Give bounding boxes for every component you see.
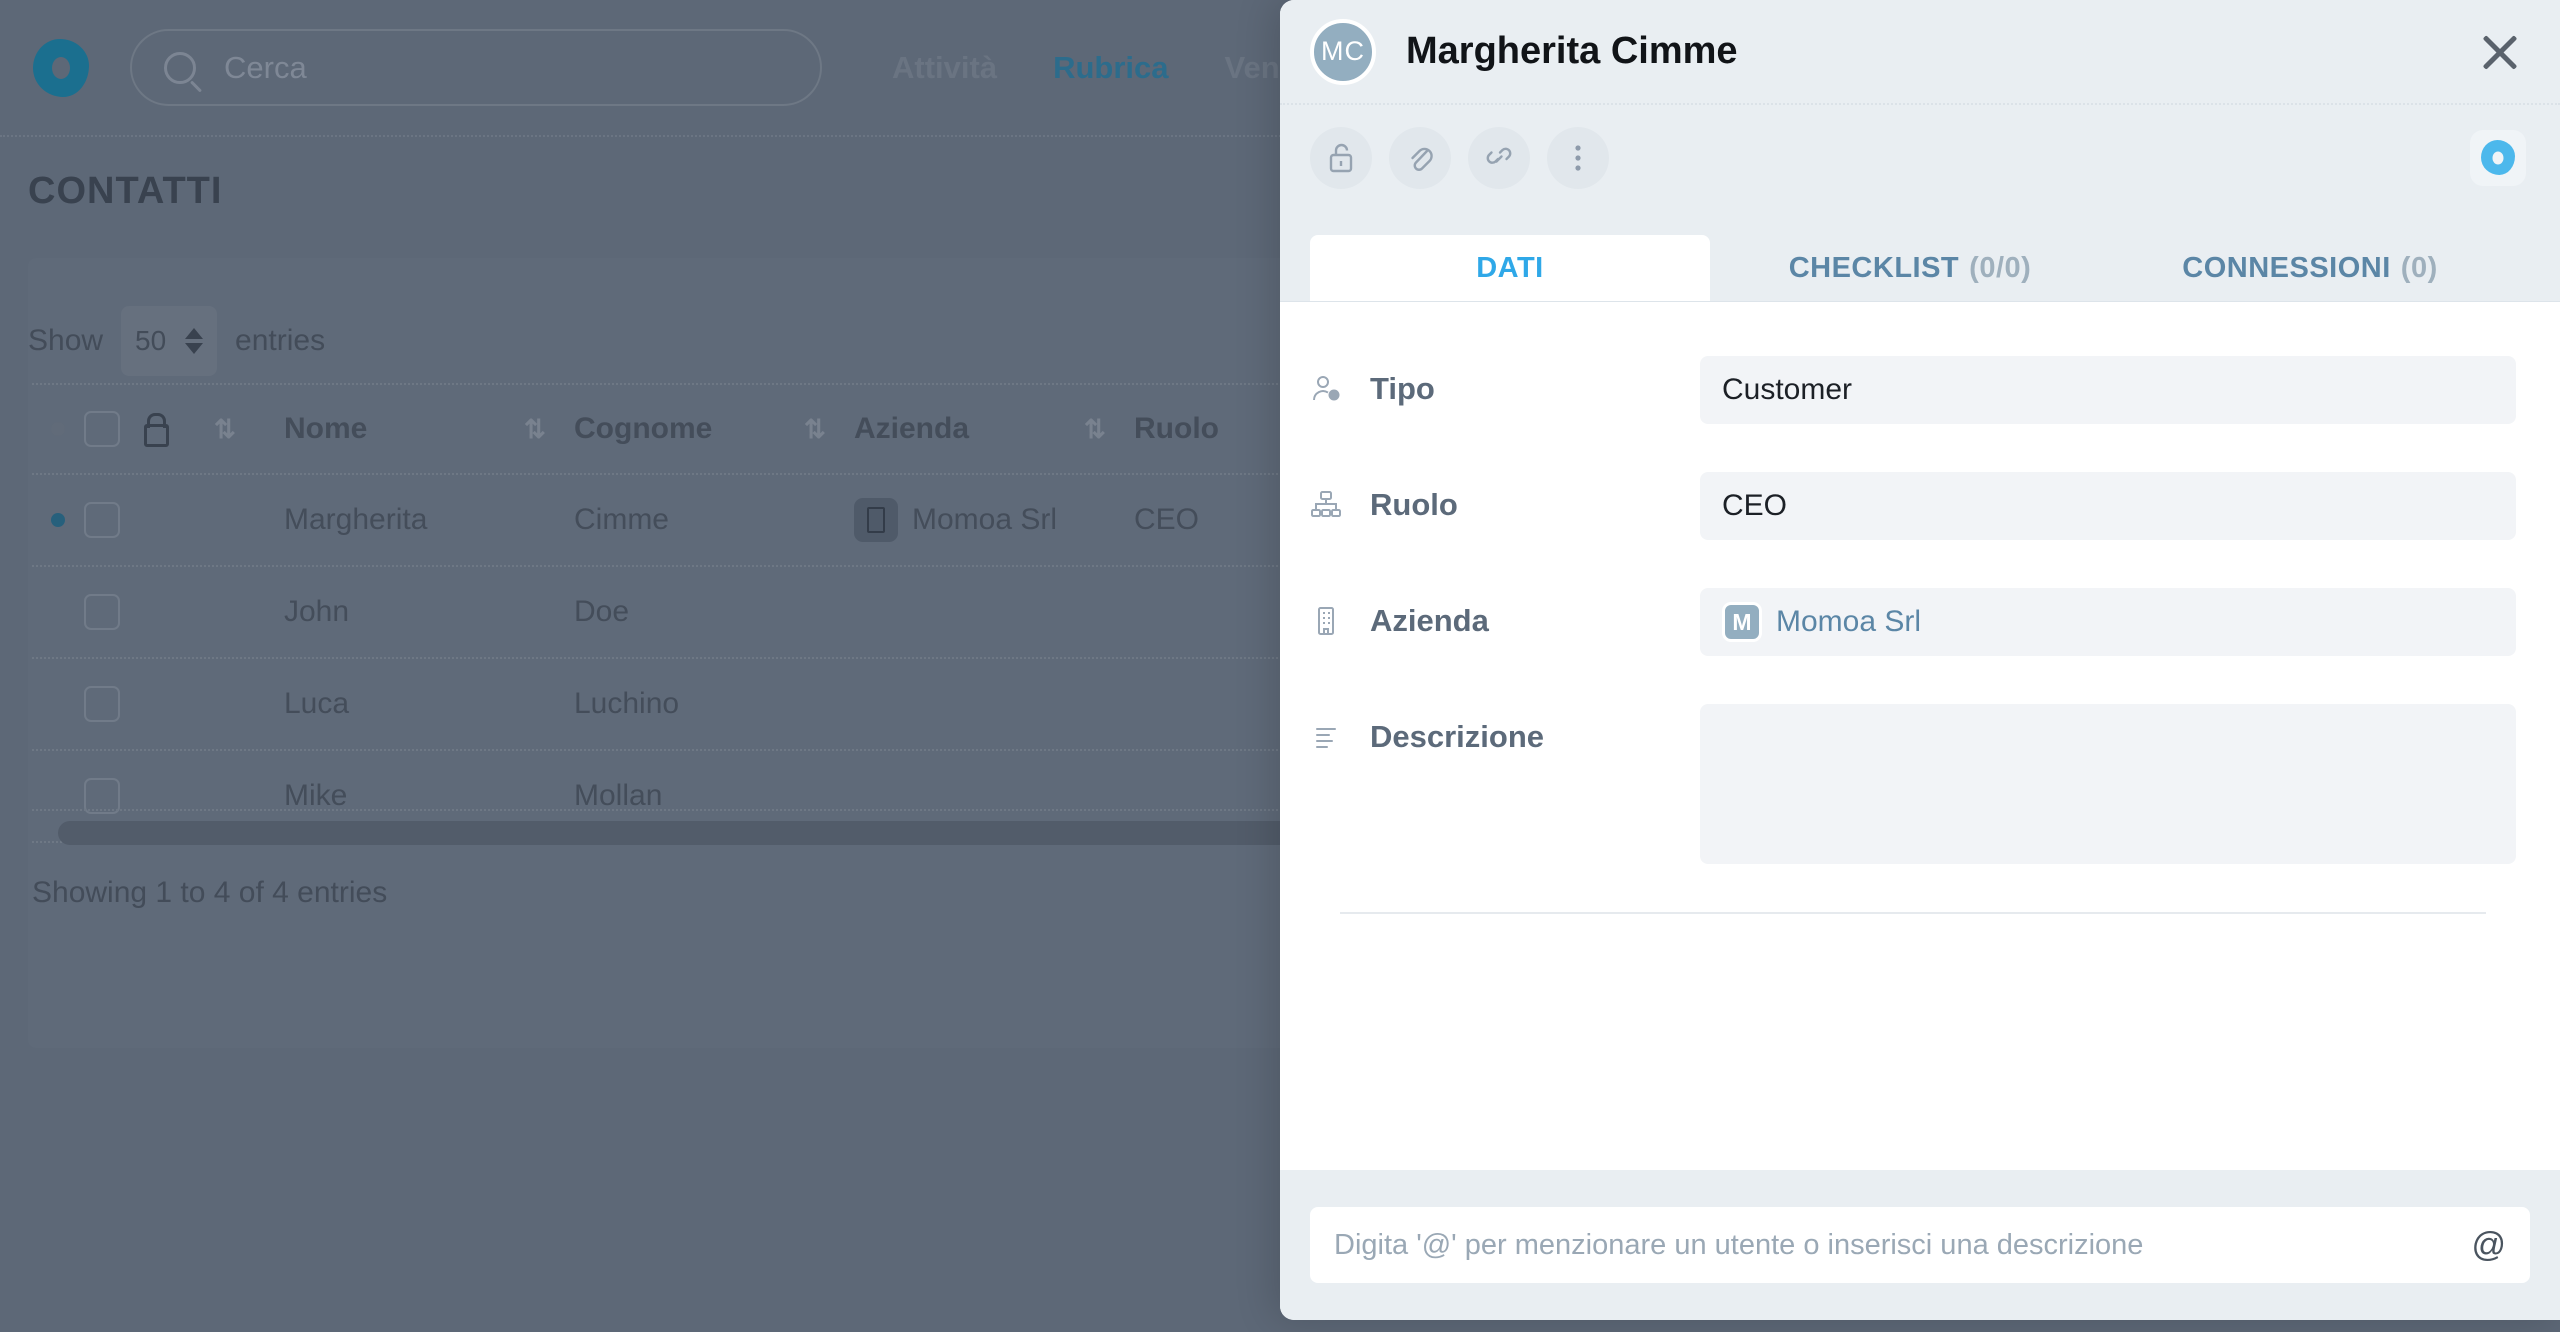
sort-updown-icon[interactable]: ⇅ xyxy=(214,414,264,445)
person-tag-icon xyxy=(1310,370,1344,408)
main-nav: Attività Rubrica Ven xyxy=(892,50,1280,86)
entries-per-page-select[interactable]: 50 xyxy=(121,306,218,376)
tab-checklist-label: CHECKLIST xyxy=(1788,251,1960,284)
cell-nome: Luca xyxy=(284,687,350,720)
mention-input[interactable]: Digita '@' per menzionare un utente o in… xyxy=(1310,1207,2530,1283)
field-azienda-label: Azienda xyxy=(1370,603,1489,638)
at-icon[interactable]: @ xyxy=(2471,1226,2506,1265)
field-azienda: Azienda M Momoa Srl xyxy=(1310,588,2516,656)
field-ruolo: Ruolo CEO xyxy=(1310,472,2516,540)
table-showing-info: Showing 1 to 4 of 4 entries xyxy=(32,876,388,909)
tab-dati[interactable]: DATI xyxy=(1310,235,1710,301)
field-ruolo-value[interactable]: CEO xyxy=(1700,472,2516,540)
field-azienda-value[interactable]: M Momoa Srl xyxy=(1700,588,2516,656)
field-tipo-label: Tipo xyxy=(1370,371,1435,406)
more-vertical-icon[interactable] xyxy=(1547,126,1609,189)
cell-cognome: Cimme xyxy=(574,503,669,536)
cell-nome: John xyxy=(284,595,350,628)
paperclip-icon[interactable] xyxy=(1389,126,1451,189)
field-ruolo-label: Ruolo xyxy=(1370,487,1458,522)
field-tipo-value[interactable]: Customer xyxy=(1700,356,2516,424)
unlock-icon[interactable] xyxy=(1310,126,1372,189)
panel-toolbar xyxy=(1280,105,2560,210)
cell-cognome: Luchino xyxy=(574,687,680,720)
panel-divider xyxy=(1340,912,2486,914)
panel-body: Tipo Customer Ruolo CEO Azienda M Momoa … xyxy=(1280,302,2560,1170)
field-descrizione-label: Descrizione xyxy=(1370,719,1545,754)
table-length-control: Show 50 entries xyxy=(28,306,325,376)
contact-detail-panel: MC Margherita Cimme DATI CHECKLIST (0/0)… xyxy=(1280,0,2560,1320)
mention-placeholder: Digita '@' per menzionare un utente o in… xyxy=(1334,1228,2144,1261)
select-all-checkbox[interactable] xyxy=(84,411,140,447)
nav-item-attivita[interactable]: Attività xyxy=(892,50,997,86)
sort-updown-icon[interactable]: ⇅ xyxy=(1084,414,1134,445)
column-header-azienda[interactable]: Azienda xyxy=(854,412,1084,446)
company-chip[interactable]: M Momoa Srl xyxy=(1722,602,1921,642)
cell-cognome: Doe xyxy=(574,595,630,628)
field-tipo: Tipo Customer xyxy=(1310,356,2516,424)
status-dot-header xyxy=(32,422,84,436)
field-descrizione-label-group: Descrizione xyxy=(1310,704,1700,756)
avatar: MC xyxy=(1310,18,1376,85)
cell-azienda: Momoa Srl xyxy=(854,498,1084,542)
row-checkbox[interactable] xyxy=(84,686,140,722)
length-prefix-label: Show xyxy=(28,324,104,357)
panel-header: MC Margherita Cimme xyxy=(1280,0,2560,105)
tab-connessioni-label: CONNESSIONI xyxy=(2182,251,2391,284)
company-avatar: M xyxy=(1722,602,1762,642)
panel-tabs: DATI CHECKLIST (0/0) CONNESSIONI (0) xyxy=(1280,210,2560,302)
text-lines-icon xyxy=(1310,718,1344,756)
app-logo-icon[interactable] xyxy=(30,37,92,99)
sort-updown-icon[interactable]: ⇅ xyxy=(524,414,574,445)
sort-updown-icon[interactable]: ⇅ xyxy=(804,414,854,445)
cell-cognome: Mollan xyxy=(574,779,663,812)
field-tipo-label-group: Tipo xyxy=(1310,356,1700,408)
building-icon xyxy=(1310,602,1344,640)
search-icon xyxy=(164,51,196,84)
cell-azienda-text: Momoa Srl xyxy=(912,503,1058,536)
company-name: Momoa Srl xyxy=(1776,605,1922,638)
tab-checklist[interactable]: CHECKLIST (0/0) xyxy=(1710,235,2110,301)
search-placeholder: Cerca xyxy=(224,49,307,85)
tab-connessioni[interactable]: CONNESSIONI (0) xyxy=(2110,235,2510,301)
nav-item-vendite[interactable]: Ven xyxy=(1225,50,1280,86)
search-input[interactable]: Cerca xyxy=(130,29,822,106)
row-checkbox[interactable] xyxy=(84,502,140,538)
org-chart-icon xyxy=(1310,486,1344,524)
cell-nome: Margherita xyxy=(284,503,428,536)
nav-item-rubrica[interactable]: Rubrica xyxy=(1053,50,1168,86)
close-icon[interactable] xyxy=(2474,26,2526,78)
app-logo-icon[interactable] xyxy=(2470,129,2526,186)
entries-value: 50 xyxy=(135,325,167,356)
field-ruolo-label-group: Ruolo xyxy=(1310,472,1700,524)
length-suffix-label: entries xyxy=(235,324,326,357)
field-descrizione-value[interactable] xyxy=(1700,704,2516,864)
cell-nome: Mike xyxy=(284,779,348,812)
lock-icon xyxy=(140,413,214,447)
panel-title: Margherita Cimme xyxy=(1406,30,1738,72)
chevron-updown-icon xyxy=(185,328,204,354)
page-title: CONTATTI xyxy=(28,170,223,212)
link-icon[interactable] xyxy=(1468,126,1530,189)
row-status-dot xyxy=(32,513,84,527)
column-header-cognome[interactable]: Cognome xyxy=(574,412,804,446)
tab-connessioni-count: (0) xyxy=(2400,251,2438,284)
field-descrizione: Descrizione xyxy=(1310,704,2516,864)
building-icon xyxy=(854,498,898,542)
row-checkbox[interactable] xyxy=(84,594,140,630)
column-header-nome[interactable]: Nome xyxy=(264,412,524,446)
panel-footer: Digita '@' per menzionare un utente o in… xyxy=(1280,1170,2560,1320)
field-azienda-label-group: Azienda xyxy=(1310,588,1700,640)
tab-dati-label: DATI xyxy=(1476,251,1544,284)
tab-checklist-count: (0/0) xyxy=(1969,251,2032,284)
